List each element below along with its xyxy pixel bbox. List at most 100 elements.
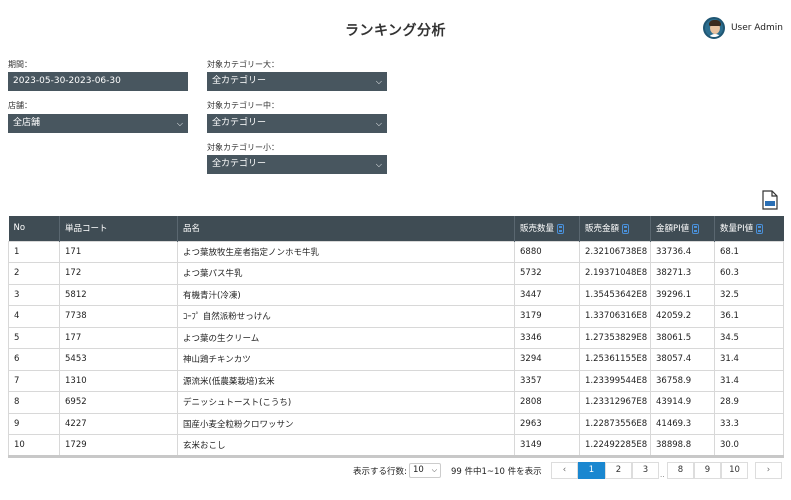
period-input[interactable]: 2023-05-30-2023-06-30	[8, 72, 188, 91]
cell-qty: 6880	[514, 240, 580, 263]
cell-qty: 5732	[514, 262, 580, 285]
cell-qty-pi: 31.4	[714, 348, 784, 371]
pagination-summary: 99 件中1~10 件を表示	[451, 467, 542, 477]
cell-name: よつ葉パス牛乳	[177, 262, 515, 285]
chevron-down-icon: ⌵	[375, 77, 382, 86]
cell-amount-pi: 33736.4	[650, 240, 715, 263]
cell-name: デニッシュトースト(こうち)	[177, 391, 515, 414]
table-row[interactable]: 2 172 よつ葉パス牛乳 5732 2.19371048E8 38271.3 60.3	[8, 262, 784, 285]
chevron-down-icon: ⌵	[375, 160, 382, 169]
cell-qty: 2808	[514, 391, 580, 414]
rows-per-page-select[interactable]: 10 ⌵	[409, 463, 441, 478]
cell-qty-pi: 28.9	[714, 391, 784, 414]
cell-qty-pi: 33.3	[714, 412, 784, 435]
cat-mid-select[interactable]: 全カテゴリー ⌵	[207, 114, 387, 133]
col-header-name: 品名	[177, 216, 515, 241]
col-header-no: No	[8, 216, 60, 241]
table-row[interactable]: 9 4227 国産小麦全粒粉クロワッサン 2963 1.22873556E8 41469.…	[8, 412, 784, 435]
cell-qty-pi: 68.1	[714, 240, 784, 263]
cell-name: ｺｰﾌﾟ 自然派粉せっけん	[177, 305, 515, 328]
cell-amount: 2.19371048E8	[579, 262, 651, 285]
cell-amount: 1.23399544E8	[579, 369, 651, 392]
cat-small-select[interactable]: 全カテゴリー ⌵	[207, 155, 387, 174]
cell-code: 171	[59, 240, 178, 263]
period-label: 期間：	[8, 60, 32, 69]
cat-small-label: 対象カテゴリー小：	[207, 143, 279, 152]
page-button-9[interactable]: 9	[694, 462, 721, 479]
cell-no: 4	[8, 305, 60, 328]
cell-code: 5453	[59, 348, 178, 371]
cell-amount: 1.25361155E8	[579, 348, 651, 371]
rows-per-page-value: 10	[413, 465, 424, 475]
table-row[interactable]: 4 7738 ｺｰﾌﾟ 自然派粉せっけん 3179 1.33706316E8 42059.…	[8, 305, 784, 328]
col-header-qty[interactable]: 販売数量	[514, 216, 580, 241]
page-button-1[interactable]: 1	[578, 462, 605, 479]
rows-per-page-label: 表示する行数:	[353, 467, 407, 477]
page-button-10[interactable]: 10	[721, 462, 748, 479]
avatar[interactable]	[702, 17, 725, 39]
cat-large-value: 全カテゴリー	[212, 76, 267, 86]
sort-icon[interactable]	[557, 223, 565, 234]
table-row[interactable]: 5 177 よつ葉の生クリーム 3346 1.27353829E8 38061.5 34.5	[8, 326, 784, 349]
period-value: 2023-05-30-2023-06-30	[13, 76, 121, 86]
cell-name: よつ葉放牧生産者指定ノンホモ牛乳	[177, 240, 515, 263]
page-title: ランキング分析	[344, 23, 447, 39]
cell-qty: 3346	[514, 326, 580, 349]
table-row[interactable]: 7 1310 源流米(低農薬栽培)玄米 3357 1.23399544E8 36758.9…	[8, 369, 784, 392]
cat-large-select[interactable]: 全カテゴリー ⌵	[207, 72, 387, 91]
ranking-table: No 単品コート 品名 販売数量 販売金額 金額PI値 数量PI値 1 171 よつ…	[8, 216, 784, 458]
table-row[interactable]: 10 1729 玄米おこし 3149 1.22492285E8 38898.8 30.0	[8, 434, 784, 458]
col-header-amount-pi[interactable]: 金額PI値	[650, 216, 715, 241]
sort-icon[interactable]	[756, 223, 764, 234]
cell-amount-pi: 43914.9	[650, 391, 715, 414]
col-header-code: 単品コート	[59, 216, 178, 241]
prev-page-button[interactable]: ‹	[551, 462, 578, 479]
chevron-down-icon: ⌵	[375, 119, 382, 128]
cell-name: 有機青汁(冷凍)	[177, 283, 515, 306]
cell-no: 1	[8, 240, 60, 263]
cell-name: 源流米(低農薬栽培)玄米	[177, 369, 515, 392]
cell-amount: 1.22492285E8	[579, 434, 651, 458]
cell-qty: 3294	[514, 348, 580, 371]
cell-amount-pi: 38061.5	[650, 326, 715, 349]
chevron-down-icon: ⌵	[176, 119, 183, 128]
sort-icon[interactable]	[622, 223, 630, 234]
cell-no: 10	[8, 434, 60, 458]
cell-code: 6952	[59, 391, 178, 414]
store-label: 店舗：	[8, 101, 32, 110]
sort-icon[interactable]	[692, 223, 700, 234]
cell-name: 国産小麦全粒粉クロワッサン	[177, 412, 515, 435]
table-row[interactable]: 8 6952 デニッシュトースト(こうち) 2808 1.23312967E8 43914…	[8, 391, 784, 414]
table-row[interactable]: 6 5453 神山鶏チキンカツ 3294 1.25361155E8 38057.4 31.4	[8, 348, 784, 371]
cell-amount-pi: 42059.2	[650, 305, 715, 328]
pagination-ellipsis: ..	[660, 471, 665, 479]
page-button-3[interactable]: 3	[632, 462, 659, 479]
cell-code: 177	[59, 326, 178, 349]
table-row[interactable]: 1 171 よつ葉放牧生産者指定ノンホモ牛乳 6880 2.32106738E8 3373…	[8, 240, 784, 263]
cell-code: 5812	[59, 283, 178, 306]
cell-no: 6	[8, 348, 60, 371]
col-header-qty-pi[interactable]: 数量PI値	[714, 216, 784, 241]
table-row[interactable]: 3 5812 有機青汁(冷凍) 3447 1.35453642E8 39296.1 32.5	[8, 283, 784, 306]
page-header: ランキング分析 User Admin	[0, 0, 791, 56]
avatar-hair	[708, 20, 721, 26]
cell-qty: 3447	[514, 283, 580, 306]
csv-export-icon[interactable]	[762, 190, 778, 210]
store-value: 全店舗	[13, 118, 41, 128]
store-select[interactable]: 全店舗 ⌵	[8, 114, 188, 133]
user-menu[interactable]: User Admin	[702, 17, 783, 39]
cell-amount-pi: 36758.9	[650, 369, 715, 392]
cell-amount: 1.27353829E8	[579, 326, 651, 349]
cell-name: 玄米おこし	[177, 434, 515, 458]
cell-no: 3	[8, 283, 60, 306]
cell-qty: 2963	[514, 412, 580, 435]
col-header-amount[interactable]: 販売金額	[579, 216, 651, 241]
next-page-button[interactable]: ›	[755, 462, 782, 479]
cell-amount-pi: 38271.3	[650, 262, 715, 285]
cell-amount: 1.23312967E8	[579, 391, 651, 414]
page-button-8[interactable]: 8	[667, 462, 694, 479]
cell-amount-pi: 39296.1	[650, 283, 715, 306]
page-button-2[interactable]: 2	[605, 462, 632, 479]
user-name[interactable]: User Admin	[731, 23, 783, 33]
cell-qty: 3149	[514, 434, 580, 458]
